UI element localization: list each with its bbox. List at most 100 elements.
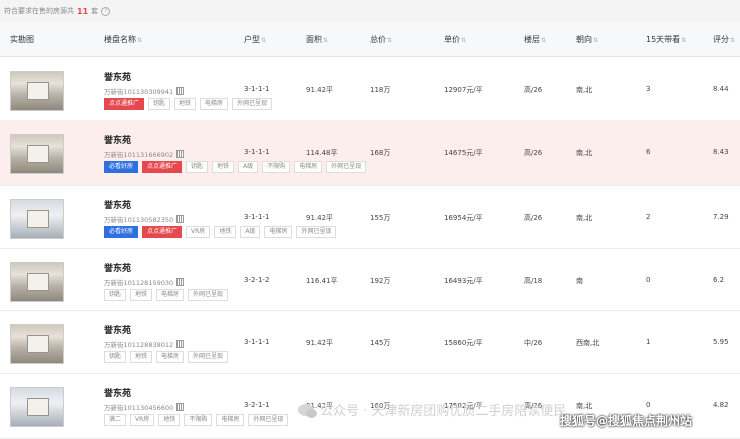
qr-code-icon[interactable] — [176, 215, 185, 223]
tag-badge: 地铁 — [130, 351, 153, 363]
listing-photo[interactable] — [10, 134, 64, 174]
listing-photo[interactable] — [10, 262, 64, 302]
cell-views: 1 — [646, 338, 651, 346]
summary-suffix: 套 — [91, 7, 99, 15]
cell-unit: 16954元/平 — [444, 214, 483, 222]
cell-orient: 南 — [576, 277, 583, 285]
column-header-6[interactable]: 楼层⇅ — [524, 34, 546, 45]
listing-title[interactable]: 誉东苑 — [104, 70, 131, 83]
qr-code-icon[interactable] — [176, 340, 185, 348]
cell-total: 145万 — [370, 339, 391, 347]
cell-views: 0 — [646, 276, 651, 284]
tag-badge: 钥匙 — [148, 98, 171, 110]
tag-badge: 电梯房 — [216, 414, 245, 426]
listing-tags: 满二 VR房 地铁 不限购 电梯房 外网已呈现 — [104, 414, 289, 426]
listing-title[interactable]: 誉东苑 — [104, 133, 131, 146]
sort-icon[interactable]: ⇅ — [323, 37, 328, 44]
listing-code: 万新街101130456600 — [104, 402, 185, 412]
sort-icon[interactable]: ⇅ — [593, 37, 598, 44]
listing-code: 万新街101130582350 — [104, 214, 185, 224]
cell-orient: 南,北 — [576, 214, 593, 222]
cell-area: 91.42平 — [306, 339, 334, 347]
cell-floor: 高/26 — [524, 86, 543, 94]
cell-total: 168万 — [370, 149, 391, 157]
listing-title[interactable]: 誉东苑 — [104, 198, 131, 211]
tag-badge: 地铁 — [130, 289, 153, 301]
tag-badge: 外网已呈现 — [296, 226, 337, 238]
listing-tags: 必看好房 点点通推广 钥匙 地铁 A级 不限购 电梯房 外网已呈现 — [104, 161, 367, 173]
cell-area: 114.48平 — [306, 149, 338, 157]
tag-badge: 电梯房 — [200, 98, 229, 110]
listing-photo[interactable] — [10, 71, 64, 111]
sort-icon[interactable]: ⇅ — [261, 37, 266, 44]
qr-code-icon[interactable] — [176, 87, 185, 95]
tag-badge: 地铁 — [174, 98, 197, 110]
table-row[interactable]: 誉东苑 万新街101128838012 钥匙 地铁 电梯房 外网已呈现 3-1-1-1 91.… — [0, 310, 740, 374]
cell-views: 2 — [646, 213, 651, 221]
column-header-7[interactable]: 朝向⇅ — [576, 34, 598, 45]
listing-photo[interactable] — [10, 324, 64, 364]
tag-badge: 外网已呈现 — [232, 98, 273, 110]
column-header-0: 实勘图 — [10, 34, 34, 45]
column-header-9[interactable]: 评分⇅ — [713, 34, 735, 45]
listing-code-text: 万新街101128159030 — [104, 279, 174, 287]
tag-badge: VR房 — [186, 226, 211, 238]
tag-badge: A级 — [240, 226, 261, 238]
tag-badge: 外网已呈现 — [248, 414, 289, 426]
listing-photo[interactable] — [10, 199, 64, 239]
qr-code-icon[interactable] — [176, 150, 185, 158]
listing-photo[interactable] — [10, 387, 64, 427]
column-label: 面积 — [306, 35, 322, 44]
listing-title[interactable]: 誉东苑 — [104, 323, 131, 336]
tag-badge: 地铁 — [212, 161, 235, 173]
cell-floor: 高/18 — [524, 277, 543, 285]
cell-score: 6.2 — [713, 276, 725, 284]
tag-badge: 外网已呈现 — [188, 289, 229, 301]
sort-icon[interactable]: ⇅ — [730, 37, 735, 44]
cell-orient: 西南,北 — [576, 339, 600, 347]
qr-code-icon[interactable] — [176, 278, 185, 286]
column-header-8[interactable]: 15天带看⇅ — [646, 34, 686, 45]
table-row[interactable]: 誉东苑 万新街101131666902 必看好房 点点通推广 钥匙 地铁 A级 不限购 电梯房外… — [0, 120, 740, 186]
column-header-3[interactable]: 面积⇅ — [306, 34, 328, 45]
sort-icon[interactable]: ⇅ — [137, 37, 142, 44]
sohu-watermark: 搜狐号@搜狐焦点荆州站 — [560, 414, 693, 428]
tag-badge: VR房 — [130, 414, 155, 426]
cell-unit: 15860元/平 — [444, 339, 483, 347]
wechat-icon — [298, 403, 317, 418]
cell-orient: 南,北 — [576, 149, 593, 157]
sort-icon[interactable]: ⇅ — [387, 37, 392, 44]
sort-icon[interactable]: ⇅ — [681, 37, 686, 44]
sort-icon[interactable]: ⇅ — [541, 37, 546, 44]
column-label: 户型 — [244, 35, 260, 44]
table-header: 实勘图 楼盘名称⇅ 户型⇅ 面积⇅ 总价⇅ 单价⇅ 楼层⇅ 朝向⇅ 15天带看⇅ 评分⇅ — [0, 22, 740, 57]
column-header-1[interactable]: 楼盘名称⇅ — [104, 34, 142, 45]
cell-unit: 12907元/平 — [444, 86, 483, 94]
summary-prefix: 符合要求在售的房源共 — [4, 7, 74, 15]
listing-code: 万新街101130309941 — [104, 86, 185, 96]
listing-title[interactable]: 誉东苑 — [104, 261, 131, 274]
cell-score: 4.82 — [713, 401, 729, 409]
column-header-4[interactable]: 总价⇅ — [370, 34, 392, 45]
listing-title[interactable]: 誉东苑 — [104, 386, 131, 399]
help-icon[interactable]: ? — [101, 6, 111, 16]
column-header-2[interactable]: 户型⇅ — [244, 34, 266, 45]
sort-icon[interactable]: ⇅ — [461, 37, 466, 44]
listing-code-text: 万新街101128838012 — [104, 341, 174, 349]
cell-area: 116.41平 — [306, 277, 338, 285]
tag-badge: 满二 — [104, 414, 127, 426]
table-row[interactable]: 誉东苑 万新街101130582350 必看好房 点点通推广 VR房 地铁 A级 电梯房 外网已… — [0, 185, 740, 249]
cell-views: 0 — [646, 401, 651, 409]
tag-badge: 外网已呈现 — [188, 351, 229, 363]
column-label: 楼盘名称 — [104, 35, 136, 44]
tag-badge: 钥匙 — [104, 289, 127, 301]
table-row[interactable]: 誉东苑 万新街101128159030 钥匙 地铁 电梯房 外网已呈现 3-2-1-2 116… — [0, 248, 740, 311]
cell-orient: 南,北 — [576, 86, 593, 94]
cell-unit: 14675元/平 — [444, 149, 483, 157]
tag-badge: 不限购 — [184, 414, 213, 426]
listing-code-text: 万新街101130456600 — [104, 404, 174, 412]
column-header-5[interactable]: 单价⇅ — [444, 34, 466, 45]
cell-views: 3 — [646, 85, 651, 93]
table-row[interactable]: 誉东苑 万新街101130309941 点点通推广 钥匙 地铁 电梯房 外网已呈现 3-1-1… — [0, 57, 740, 121]
qr-code-icon[interactable] — [176, 403, 185, 411]
